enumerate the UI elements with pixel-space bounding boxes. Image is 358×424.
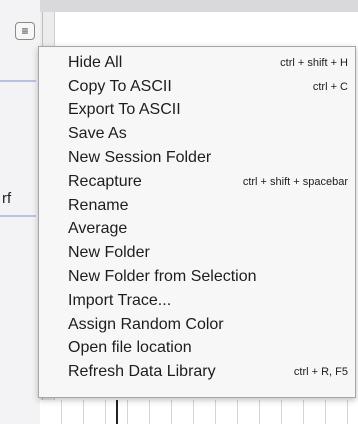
menu-item-label: Import Trace... bbox=[68, 291, 172, 309]
menu-item-label: Assign Random Color bbox=[68, 315, 224, 333]
left-panel bbox=[0, 0, 40, 424]
menu-item-shortcut: ctrl + shift + H bbox=[280, 56, 348, 69]
context-menu: Hide All ctrl + shift + H Copy To ASCII … bbox=[38, 46, 356, 398]
plot-cursor-line bbox=[116, 400, 118, 424]
menu-item-rename[interactable]: Rename bbox=[39, 194, 355, 218]
menu-item-import-trace[interactable]: Import Trace... bbox=[39, 289, 355, 313]
menu-item-label: Open file location bbox=[68, 339, 192, 357]
menu-item-copy-to-ascii[interactable]: Copy To ASCII ctrl + C bbox=[39, 75, 355, 99]
menu-item-label: Export To ASCII bbox=[68, 101, 181, 119]
menu-item-label: Recapture bbox=[68, 172, 142, 190]
left-panel-partial-text: rf bbox=[2, 190, 12, 207]
menu-item-new-folder-from-selection[interactable]: New Folder from Selection bbox=[39, 265, 355, 289]
left-panel-divider bbox=[0, 215, 36, 217]
menu-item-label: Copy To ASCII bbox=[68, 77, 172, 95]
menu-item-new-session-folder[interactable]: New Session Folder bbox=[39, 146, 355, 170]
top-toolbar bbox=[0, 0, 358, 12]
menu-item-export-to-ascii[interactable]: Export To ASCII bbox=[39, 99, 355, 123]
menu-item-label: Rename bbox=[68, 196, 129, 214]
menu-item-label: Hide All bbox=[68, 53, 123, 71]
plot-grid bbox=[40, 400, 358, 424]
menu-item-average[interactable]: Average bbox=[39, 218, 355, 242]
menu-item-label: Save As bbox=[68, 125, 127, 143]
menu-item-shortcut: ctrl + shift + spacebar bbox=[242, 175, 348, 188]
menu-item-label: New Folder from Selection bbox=[68, 268, 257, 286]
left-panel-divider bbox=[0, 80, 36, 82]
menu-item-hide-all[interactable]: Hide All ctrl + shift + H bbox=[39, 51, 355, 75]
menu-item-open-file-location[interactable]: Open file location bbox=[39, 337, 355, 361]
menu-item-new-folder[interactable]: New Folder bbox=[39, 241, 355, 265]
menu-item-refresh-data-library[interactable]: Refresh Data Library ctrl + R, F5 bbox=[39, 360, 355, 384]
menu-item-save-as[interactable]: Save As bbox=[39, 122, 355, 146]
menu-item-label: New Folder bbox=[68, 244, 150, 262]
menu-item-shortcut: ctrl + R, F5 bbox=[293, 366, 348, 379]
menu-item-shortcut: ctrl + C bbox=[312, 80, 348, 93]
menu-button[interactable]: ≡ bbox=[15, 22, 35, 40]
menu-item-label: New Session Folder bbox=[68, 149, 212, 167]
menu-item-assign-random-color[interactable]: Assign Random Color bbox=[39, 313, 355, 337]
menu-item-label: Refresh Data Library bbox=[68, 363, 216, 381]
hamburger-icon: ≡ bbox=[21, 24, 29, 38]
menu-item-label: Average bbox=[68, 220, 128, 238]
menu-item-recapture[interactable]: Recapture ctrl + shift + spacebar bbox=[39, 170, 355, 194]
